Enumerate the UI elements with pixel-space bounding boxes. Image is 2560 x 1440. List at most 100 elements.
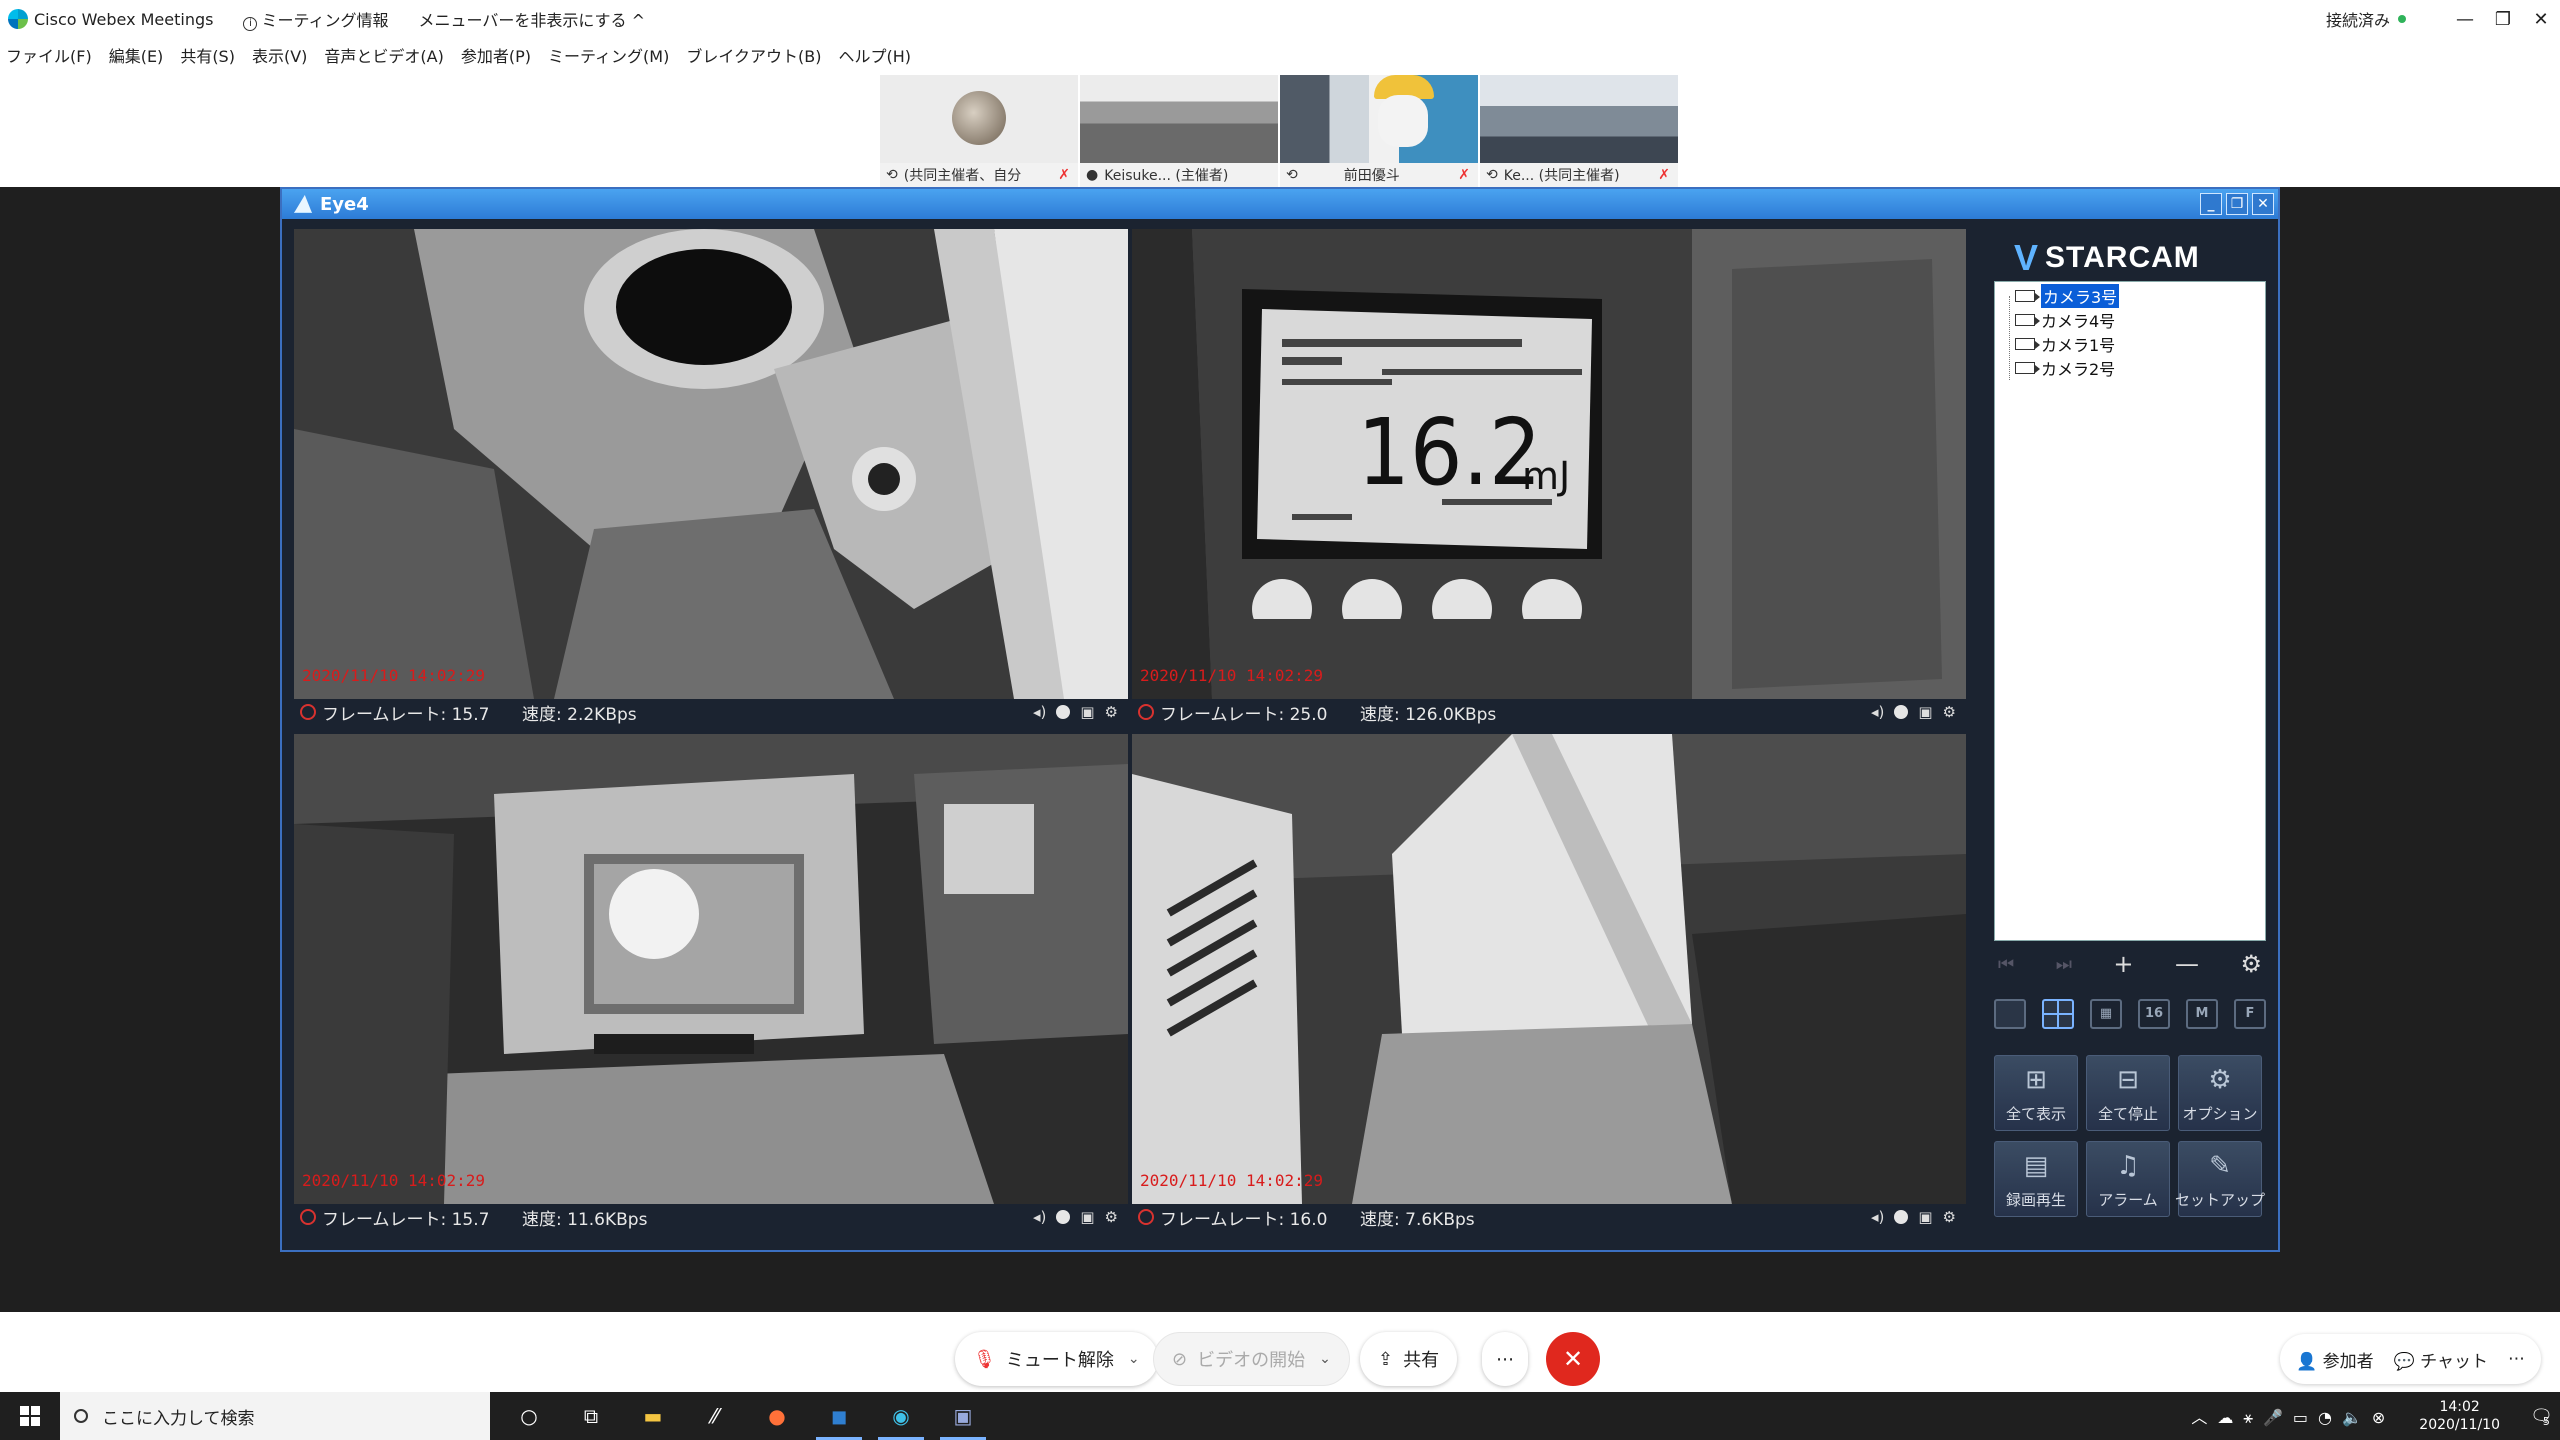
leave-meeting-button[interactable]: ✕ [1546,1332,1600,1386]
file-explorer-icon[interactable]: ▬ [622,1392,684,1440]
close-button[interactable]: ✕ [2522,9,2560,30]
playback-button[interactable]: ▤ 録画再生 [1994,1141,2078,1217]
camera-icon [2015,290,2040,302]
talk-icon[interactable] [1894,705,1909,719]
prev-icon[interactable]: ⏮ [1998,954,2014,975]
layout-1-button[interactable] [1994,999,2026,1029]
menu-participants[interactable]: 参加者(P) [461,43,531,67]
snapshot-icon[interactable]: ▣ [1080,703,1094,721]
clock-time: 14:02 [2439,1399,2480,1415]
camera-settings-icon[interactable]: ⚙ [1943,703,1956,721]
start-button[interactable] [0,1392,60,1440]
eye4-sidebar: V STARCAM カメラ3号 カメラ4号 カメラ1号 カメラ2号 ⏮ ⏭ + —… [1974,229,2274,1244]
share-button[interactable]: ⇪ 共有 [1360,1332,1458,1386]
layout-4-button[interactable] [2042,999,2074,1029]
participant-tile[interactable]: ⟲ (共同主催者、自分 ✗ [880,75,1078,187]
camera-settings-icon[interactable]: ⚙ [1105,1208,1118,1226]
participant-tile[interactable]: ⟲ Ke... (共同主催者) ✗ [1480,75,1678,187]
options-button[interactable]: ⚙ オプション [2178,1055,2262,1131]
next-icon[interactable]: ⏭ [2056,954,2072,975]
tree-item-camera4[interactable]: カメラ4号 [2001,308,2265,332]
menu-breakout[interactable]: ブレイクアウト(B) [686,43,821,67]
chat-button[interactable]: 💬 チャット [2394,1347,2488,1372]
tree-item-camera2[interactable]: カメラ2号 [2001,356,2265,380]
participant-video [880,75,1078,163]
layout-9-button[interactable]: ▦ [2090,999,2122,1029]
speaker-icon[interactable]: ◂) [1871,703,1884,721]
camera-status-bar: フレームレート: 15.7 速度: 11.6KBps ◂) ▣ ⚙ [294,1204,1128,1230]
talk-icon[interactable] [1056,1210,1071,1224]
menu-share[interactable]: 共有(S) [180,43,235,67]
participant-tile[interactable]: ● Keisuke... (主催者) [1080,75,1278,187]
camera-settings-icon[interactable]: ⚙ [1943,1208,1956,1226]
firefox-icon[interactable]: ● [746,1392,808,1440]
record-icon[interactable] [300,1209,316,1225]
stop-all-button[interactable]: ⊟ 全て停止 [2086,1055,2170,1131]
eye4-restore-button[interactable]: ❐ [2226,193,2248,215]
meeting-info-button[interactable]: i ミーティング情報 [243,7,389,31]
camera-settings-icon[interactable]: ⚙ [1105,703,1118,721]
hide-menubar-button[interactable]: メニューバーを非表示にする ^ [419,7,646,31]
camera-view-3[interactable]: 2020/11/10 14:02:29 [294,734,1128,1204]
chevron-down-icon[interactable]: ⌄ [1319,1351,1331,1367]
camera-3-feed [294,734,1128,1204]
cortana-icon[interactable]: ○ [498,1392,560,1440]
unmute-button[interactable]: 🎙 ミュート解除 ⌄ [955,1332,1158,1386]
record-icon[interactable] [300,704,316,720]
menu-help[interactable]: ヘルプ(H) [838,43,911,67]
snapshot-icon[interactable]: ▣ [1918,703,1932,721]
tree-item-camera3[interactable]: カメラ3号 [2001,284,2265,308]
menu-file[interactable]: ファイル(F) [6,43,92,67]
talk-icon[interactable] [1056,705,1071,719]
clock[interactable]: 14:02 2020/11/10 [2419,1398,2500,1434]
record-icon[interactable] [1138,704,1154,720]
notification-center-icon[interactable]: 🗨 5 [2520,1392,2560,1440]
eye4-close-button[interactable]: ✕ [2252,193,2274,215]
eye4-title-bar[interactable]: Eye4 _ ❐ ✕ [282,189,2278,219]
taskbar-search[interactable]: ここに入力して検索 [60,1392,490,1440]
eye4-taskbar-icon[interactable]: ▣ [932,1392,994,1440]
tree-item-camera1[interactable]: カメラ1号 [2001,332,2265,356]
menu-meeting[interactable]: ミーティング(M) [548,43,669,67]
menu-view[interactable]: 表示(V) [252,43,307,67]
layout-m-button[interactable]: M [2186,999,2218,1029]
speaker-icon[interactable]: ◂) [1033,703,1046,721]
add-camera-button[interactable]: + [2113,950,2133,978]
start-video-button[interactable]: ⊘ ビデオの開始 ⌄ [1153,1332,1350,1386]
show-all-button[interactable]: ⊞ 全て表示 [1994,1055,2078,1131]
eye4-minimize-button[interactable]: _ [2200,193,2222,215]
setup-button[interactable]: ✎ セットアップ [2175,1141,2265,1217]
speaker-icon[interactable]: ◂) [1871,1208,1884,1226]
display-unit: mJ [1522,454,1571,498]
snapshot-icon[interactable]: ▣ [1918,1208,1932,1226]
task-view-icon[interactable]: ⧉ [560,1392,622,1440]
participant-video [1480,75,1678,163]
talk-icon[interactable] [1894,1210,1909,1224]
chevron-down-icon[interactable]: ⌄ [1128,1351,1140,1367]
layout-16-button[interactable]: 16 [2138,999,2170,1029]
menu-audio-video[interactable]: 音声とビデオ(A) [324,43,443,67]
gear-icon[interactable]: ⚙ [2240,950,2262,978]
more-button[interactable]: ⋯ [1482,1332,1528,1386]
menu-edit[interactable]: 編集(E) [109,43,164,67]
webex-icon[interactable]: ◉ [870,1392,932,1440]
speaker-icon[interactable]: ◂) [1033,1208,1046,1226]
tray-icons[interactable]: ︿☁⚹🎤▭◔🔈⊗ [2191,1404,2395,1428]
outlook-icon[interactable]: ◼ [808,1392,870,1440]
face-shape [1378,95,1428,147]
camera-view-4[interactable]: 2020/11/10 14:02:29 [1132,734,1966,1204]
minimize-button[interactable]: — [2446,9,2484,30]
alarm-button[interactable]: ♫ アラーム [2086,1141,2170,1217]
camera-icon [2015,362,2040,374]
participant-tile[interactable]: ⟲ 前田優斗 ✗ [1280,75,1478,187]
restore-button[interactable]: ❐ [2484,9,2522,30]
record-icon[interactable] [1138,1209,1154,1225]
remove-camera-button[interactable]: — [2175,950,2199,978]
camera-view-1[interactable]: 2020/11/10 14:02:29 [294,229,1128,699]
snapshot-icon[interactable]: ▣ [1080,1208,1094,1226]
pen-app-icon[interactable]: ⁄⁄ [684,1392,746,1440]
camera-view-2[interactable]: 16.2 mJ 2020/11/10 14:02:29 [1132,229,1966,699]
participants-button[interactable]: 👤 参加者 [2296,1347,2374,1372]
layout-f-button[interactable]: F [2234,999,2266,1029]
more-right-button[interactable]: ⋯ [2508,1349,2525,1369]
